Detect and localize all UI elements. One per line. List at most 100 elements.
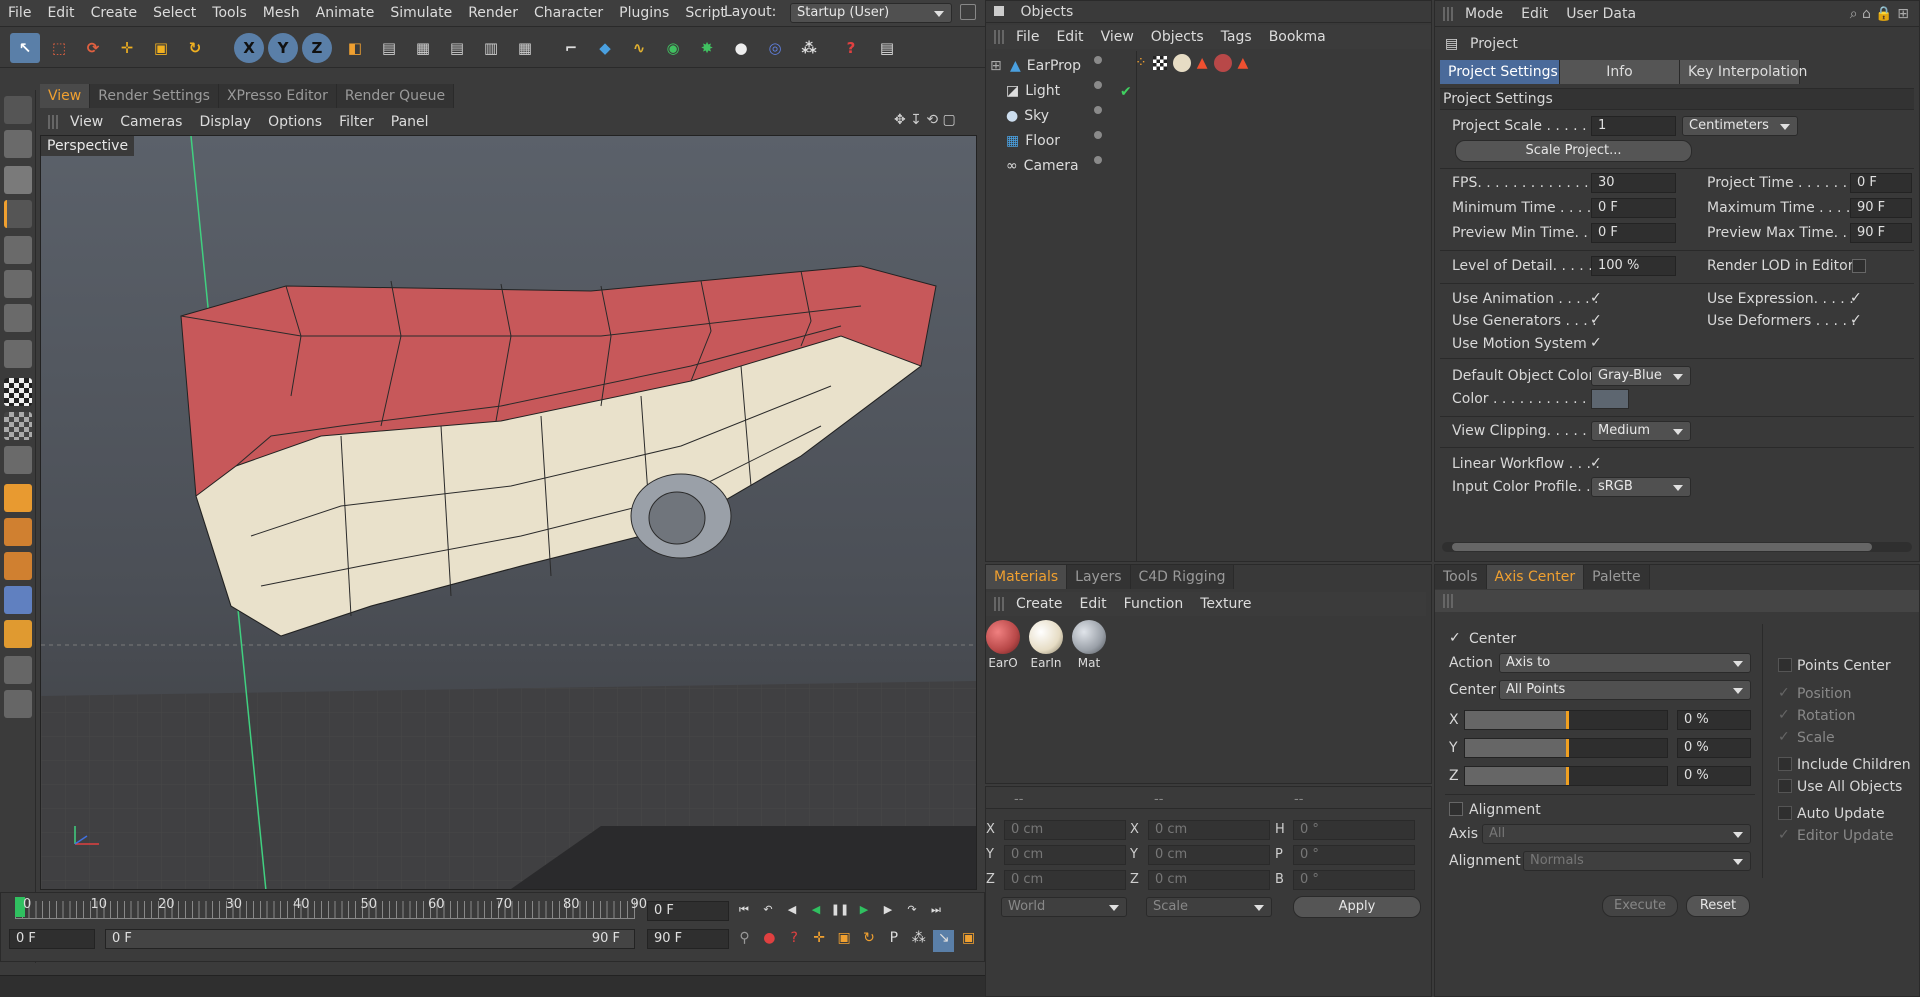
objects-menu-objects[interactable]: Objects [1151, 29, 1204, 45]
scale-project-button[interactable]: Scale Project... [1455, 140, 1692, 162]
previous-frame-icon[interactable]: ◀ [782, 900, 802, 920]
edit-mode-icon[interactable] [4, 130, 32, 158]
rotate-select-icon[interactable]: ⟳ [78, 33, 108, 63]
select-tool-icon[interactable]: ↖ [10, 33, 40, 63]
tab-view[interactable]: View [40, 84, 91, 108]
light-icon[interactable]: ● [726, 33, 756, 63]
selection-tag-icon[interactable]: ▲ [1238, 55, 1249, 71]
material-swatch[interactable]: Mat [1070, 620, 1108, 674]
alignment-checkbox[interactable] [1449, 802, 1463, 816]
play-backwards-icon[interactable]: ◀ [806, 900, 826, 920]
plane-icon[interactable]: ◆ [590, 33, 620, 63]
go-to-end-icon[interactable]: ⏭ [926, 900, 946, 920]
array-icon[interactable]: ✸ [692, 33, 722, 63]
coord-field[interactable]: 0 cm [1004, 820, 1126, 840]
render-lod-checkbox[interactable] [1852, 259, 1866, 273]
axis-slider[interactable] [1464, 738, 1668, 758]
preview-max-field[interactable]: 90 F [1850, 223, 1912, 243]
linear-workflow-checkbox[interactable]: ✓ [1590, 456, 1604, 470]
menu-render[interactable]: Render [468, 5, 518, 21]
scene-icon[interactable]: ⁂ [794, 33, 824, 63]
project-scale-field[interactable]: 1 [1591, 116, 1676, 136]
viewport-menu-cameras[interactable]: Cameras [120, 114, 182, 130]
edges-mode-icon[interactable] [4, 304, 32, 332]
default-color-dropdown[interactable]: Gray-Blue [1591, 366, 1691, 386]
slider-value-field[interactable]: 0 % [1677, 766, 1751, 786]
option-checkbox[interactable] [1778, 806, 1792, 820]
horizontal-scrollbar[interactable] [1442, 542, 1912, 552]
object-name[interactable]: Camera [1024, 158, 1079, 174]
material-tag-icon[interactable] [1213, 54, 1232, 72]
coord-field[interactable]: 0 ° [1293, 870, 1415, 890]
option-checkbox[interactable] [1778, 779, 1792, 793]
objects-menu-file[interactable]: File [1016, 29, 1039, 45]
x-axis-icon[interactable]: X [234, 33, 264, 63]
menu-mesh[interactable]: Mesh [263, 5, 300, 21]
axis-dropdown[interactable]: All [1482, 824, 1751, 844]
pla-key-icon[interactable]: ⁂ [908, 930, 929, 952]
render-queue-icon[interactable]: ▦ [510, 33, 540, 63]
menu-animate[interactable]: Animate [316, 5, 375, 21]
material-tag-icon[interactable] [1172, 54, 1191, 72]
z-axis-icon[interactable]: Z [302, 33, 332, 63]
slider-handle[interactable] [1566, 767, 1569, 785]
menu-plugins[interactable]: Plugins [619, 5, 669, 21]
menu-tools[interactable]: Tools [212, 5, 247, 21]
attr-nav-icons[interactable]: ⌕ ⌂ 🔒 ⊞ [1850, 6, 1909, 22]
maximize-icon[interactable] [960, 4, 976, 20]
3d-viewport[interactable]: Perspective [40, 135, 977, 890]
current-frame-field[interactable]: 0 F [647, 901, 729, 921]
coord-field[interactable]: 0 cm [1148, 870, 1270, 890]
quantize-icon[interactable] [4, 518, 32, 546]
edit-render-settings-icon[interactable]: ▥ [476, 33, 506, 63]
objects-menu-view[interactable]: View [1101, 29, 1134, 45]
alignment-dropdown[interactable]: Normals [1523, 851, 1751, 871]
coord-field[interactable]: 0 cm [1004, 845, 1126, 865]
timeline-icon[interactable]: ▣ [958, 930, 979, 952]
menu-file[interactable]: File [8, 5, 31, 21]
expand-icon[interactable]: ⊞ [990, 58, 1004, 74]
tab-c4d-rigging[interactable]: C4D Rigging [1130, 565, 1235, 589]
min-time-field[interactable]: 0 F [1591, 198, 1676, 218]
objects-menu-tags[interactable]: Tags [1221, 29, 1252, 45]
play-icon[interactable]: ▶ [854, 900, 874, 920]
tab-palette[interactable]: Palette [1584, 565, 1650, 589]
visibility-dot[interactable] [1094, 131, 1102, 139]
material-swatch[interactable]: EarIn [1027, 620, 1065, 674]
planar-workplane-icon[interactable] [4, 620, 32, 648]
tag-icon[interactable]: ⁘ [1135, 55, 1147, 71]
spline-icon[interactable]: ∿ [624, 33, 654, 63]
fps-field[interactable]: 30 [1591, 173, 1676, 193]
menu-edit[interactable]: Edit [47, 5, 74, 21]
camera-lens-icon[interactable] [4, 690, 32, 718]
visibility-dot[interactable] [1094, 106, 1102, 114]
end-frame-field[interactable]: 90 F [647, 929, 729, 949]
y-axis-icon[interactable]: Y [268, 33, 298, 63]
deformer-icon[interactable]: ◎ [760, 33, 790, 63]
use-expression-checkbox[interactable]: ✓ [1850, 291, 1864, 305]
material-swatch[interactable]: EarO [984, 620, 1022, 674]
tab-key-interpolation[interactable]: Key Interpolation [1680, 60, 1807, 84]
objects-menu-edit[interactable]: Edit [1056, 29, 1083, 45]
viewport-nav-icon[interactable]: ✥ ↧ ⟲ ▢ [894, 112, 956, 128]
move-tool-icon[interactable]: ✛ [112, 33, 142, 63]
timeline-ruler[interactable] [15, 901, 635, 919]
lod-field[interactable]: 100 % [1591, 256, 1676, 276]
use-animation-checkbox[interactable]: ✓ [1590, 291, 1604, 305]
attr-menu-mode[interactable]: Mode [1465, 6, 1503, 22]
render-view-icon[interactable]: ▤ [374, 33, 404, 63]
scale-key-icon[interactable]: ▣ [834, 930, 855, 952]
tweak-mode-icon[interactable] [4, 656, 32, 684]
axis-slider[interactable] [1464, 710, 1668, 730]
keyframe-selection-icon[interactable]: ? [784, 930, 805, 952]
coord-field[interactable]: 0 ° [1293, 820, 1415, 840]
start-frame-field[interactable]: 0 F [9, 929, 95, 949]
record-icon[interactable]: ⚲ [734, 930, 755, 952]
menu-simulate[interactable]: Simulate [390, 5, 452, 21]
go-to-start-icon[interactable]: ⏮ [734, 900, 754, 920]
uv-mode-icon[interactable] [4, 446, 32, 474]
materials-menu-create[interactable]: Create [1016, 596, 1063, 612]
attr-menu-user-data[interactable]: User Data [1566, 6, 1636, 22]
viewport-menu-panel[interactable]: Panel [391, 114, 429, 130]
frame-range-slider[interactable]: 0 F 90 F [105, 929, 635, 949]
